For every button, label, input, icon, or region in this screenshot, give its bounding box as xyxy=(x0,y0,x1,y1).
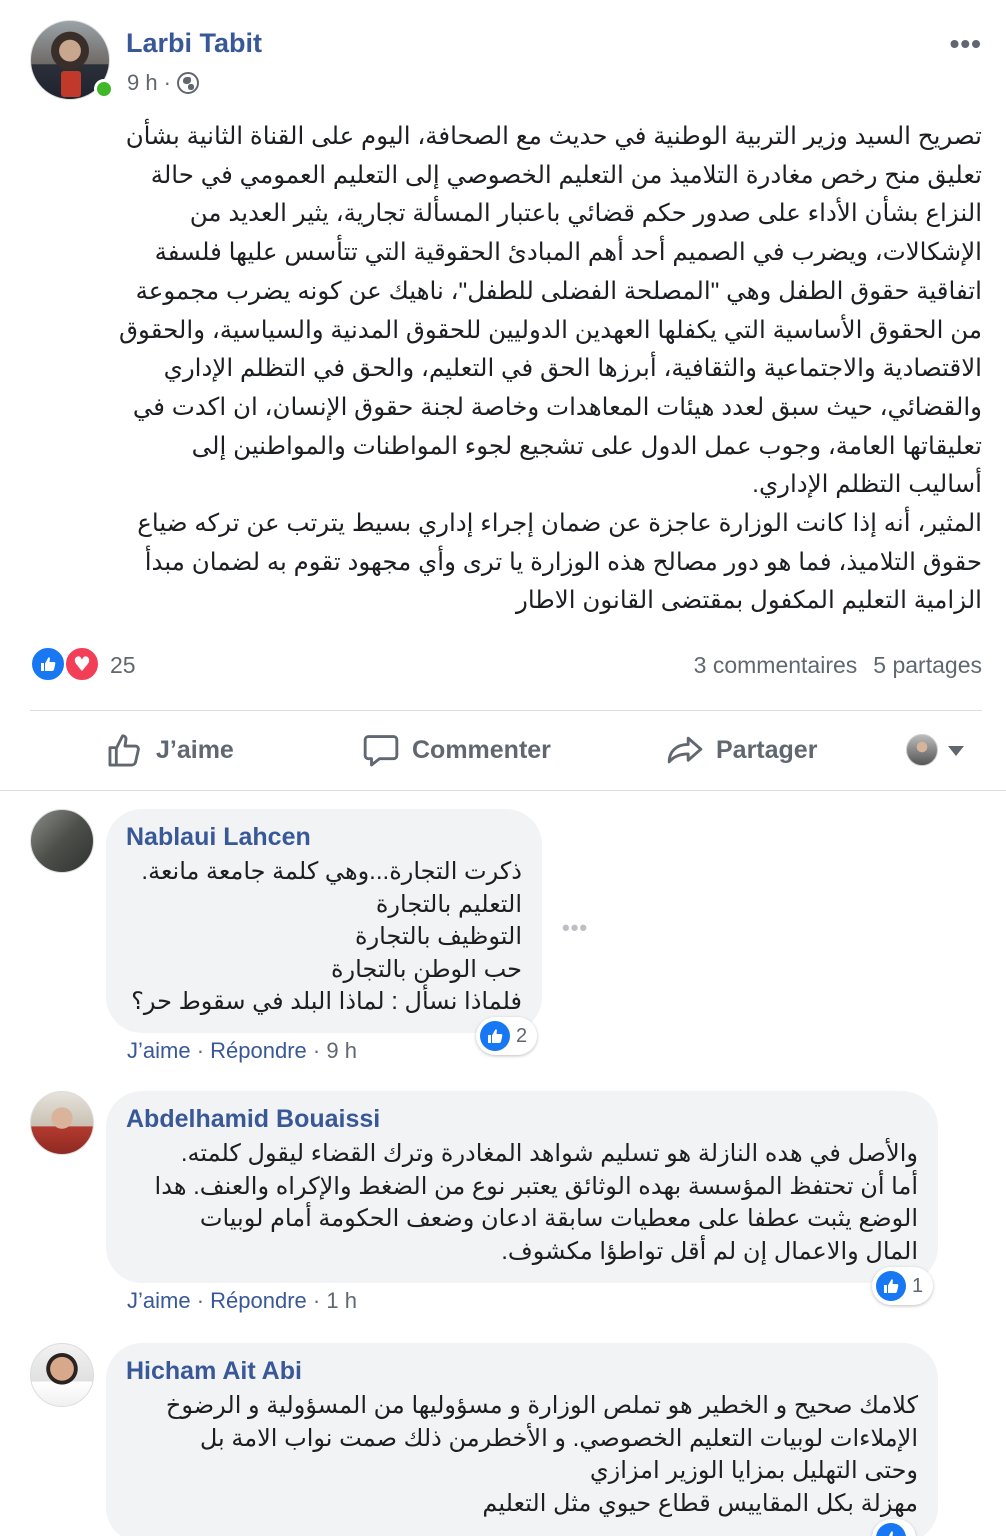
thumbs-up-icon xyxy=(480,1021,510,1051)
post-text-line: الاقتصادية والاجتماعية والثقافية، أبرزها… xyxy=(163,355,982,383)
comment-reply-link[interactable]: Répondre xyxy=(210,1288,307,1313)
stats-right: 3 commentaires 5 partages xyxy=(694,652,982,679)
post-text-line: من الحقوق الأساسية التي يكفلها العهدين ا… xyxy=(119,316,982,344)
post-body-text: تصريح السيد وزير التربية الوطنية في حديث… xyxy=(30,118,982,621)
avatar-scarf xyxy=(61,71,81,97)
like-reaction-icon[interactable] xyxy=(30,646,66,682)
comment-bubble: Nablaui Lahcen ذكرت التجارة...وهي كلمة ج… xyxy=(106,809,542,1033)
post-stats: ♥ 25 3 commentaires 5 partages xyxy=(30,644,982,688)
comment-like-badge[interactable]: 1 xyxy=(872,1267,934,1305)
comment-actions: J’aime · Répondre · 1 h xyxy=(127,1288,357,1314)
post-text-line: النزاع بشأن الأداء على صدور حكم قضائي با… xyxy=(189,200,982,228)
comment-actions: J’aime · Répondre · 9 h xyxy=(127,1038,357,1064)
post-text-line: اتفاقية حقوق الطفل وهي "المصلحة الفضلى ل… xyxy=(135,277,982,305)
separator-dot: · xyxy=(312,1038,321,1063)
thumbs-up-icon xyxy=(108,734,140,767)
commenter-name[interactable]: Abdelhamid Bouaissi xyxy=(126,1105,918,1134)
commenter-name[interactable]: Nablaui Lahcen xyxy=(126,823,522,852)
share-audience-avatar[interactable] xyxy=(906,734,938,766)
comment-button-label: Commenter xyxy=(412,735,551,764)
comment-line: كلامك صحيح و الخطير هو تملص الوزارة و مس… xyxy=(165,1392,918,1419)
comment-like-badge[interactable]: 2 xyxy=(476,1017,538,1055)
heart-reaction-icon[interactable]: ♥ xyxy=(64,646,100,682)
like-button-label: J’aime xyxy=(156,735,234,764)
post-card: Larbi Tabit 9 h · ••• تصريح السيد وزير ا… xyxy=(0,0,1006,790)
post-action-bar: J’aime Commenter Partager xyxy=(30,712,982,788)
comment-line: الإملاءات لوبيات التعليم الخصوصي. و الأخ… xyxy=(199,1424,918,1452)
comment-line: التعليم بالتجارة xyxy=(375,890,522,918)
comment-line: المال والاعمال إن لم أقل تواطؤا مكشوف. xyxy=(501,1237,918,1265)
post-header: Larbi Tabit 9 h · ••• xyxy=(30,20,982,104)
comment-line: وحتى التهليل بمزايا الوزير امزازي xyxy=(589,1457,918,1484)
separator-dot: · xyxy=(312,1288,321,1313)
share-button-label: Partager xyxy=(716,735,818,764)
post-text-line: حقوق التلاميذ، فما هو دور مصالح هذه الوز… xyxy=(144,548,982,576)
comment-bubble: Hicham Ait Abi كلامك صحيح و الخطير هو تم… xyxy=(106,1343,938,1536)
comment-line: مهزلة بكل المقاييس قطاع حيوي مثل التعليم xyxy=(482,1489,918,1517)
commenter-avatar[interactable] xyxy=(30,809,94,873)
share-button[interactable]: Partager xyxy=(666,712,817,788)
post-text-line: المثير، أنه إذا كانت الوزارة عاجزة عن ضم… xyxy=(137,510,982,538)
stats-divider xyxy=(30,710,982,711)
comment-button[interactable]: Commenter xyxy=(362,712,551,788)
comment-timestamp[interactable]: 9 h xyxy=(326,1038,357,1063)
separator-dot: · xyxy=(196,1288,205,1313)
comment-line: ذكرت التجارة...وهي كلمة جامعة مانعة. xyxy=(141,858,522,885)
comments-count[interactable]: 3 commentaires xyxy=(694,652,858,679)
commenter-avatar[interactable] xyxy=(30,1343,94,1407)
more-options-icon[interactable]: ••• xyxy=(950,28,982,60)
comment-like-count: 2 xyxy=(516,1024,528,1047)
post-text-line: تعليقاتها العامة، وجوب عمل الدول على تشج… xyxy=(191,432,982,460)
comment-like-link[interactable]: J’aime xyxy=(127,1288,191,1313)
thumbs-up-icon xyxy=(876,1523,906,1536)
post-text-line: والقضائي، حيث سبق لعدد هيئات المعاهدات و… xyxy=(132,393,982,421)
meta-separator: · xyxy=(163,70,171,95)
comment-like-count: 1 xyxy=(912,1274,924,1297)
speech-bubble-icon xyxy=(363,735,399,767)
comment-reply-link[interactable]: Répondre xyxy=(210,1038,307,1063)
comment-line: التوظيف بالتجارة xyxy=(355,923,522,950)
comment-text: كلامك صحيح و الخطير هو تملص الوزارة و مس… xyxy=(126,1390,918,1520)
globe-icon[interactable] xyxy=(176,72,199,94)
comment-line: والأصل في هده النازلة هو تسليم شواهد الم… xyxy=(180,1140,918,1167)
post-text-line: الزامية التعليم المكفول بمقتضى القانون ا… xyxy=(515,587,982,615)
comment-line: حب الوطن بالتجارة xyxy=(330,955,522,983)
like-button[interactable]: J’aime xyxy=(106,712,234,788)
shares-count[interactable]: 5 partages xyxy=(873,652,982,679)
post-text-line: الإشكالات، ويضرب في الصميم أحد أهم المبا… xyxy=(154,239,982,267)
post-text-line: تصريح السيد وزير التربية الوطنية في حديث… xyxy=(125,123,982,150)
comments-section: Nablaui Lahcen ذكرت التجارة...وهي كلمة ج… xyxy=(0,790,1006,1536)
comment-text: والأصل في هده النازلة هو تسليم شواهد الم… xyxy=(126,1138,918,1268)
post-meta: 9 h · xyxy=(127,70,199,96)
thumbs-up-icon xyxy=(876,1271,906,1301)
comment-text: ذكرت التجارة...وهي كلمة جامعة مانعة. الت… xyxy=(126,856,522,1019)
more-options-icon[interactable]: ••• xyxy=(562,915,588,941)
comment-like-link[interactable]: J’aime xyxy=(127,1038,191,1063)
online-status-indicator xyxy=(94,79,114,99)
commenter-avatar[interactable] xyxy=(30,1091,94,1155)
post-timestamp[interactable]: 9 h xyxy=(127,70,158,96)
comment-timestamp[interactable]: 1 h xyxy=(326,1288,357,1313)
comment-line: أما أن تحتفظ المؤسسة بهده الوثائق يعتبر … xyxy=(154,1172,918,1200)
separator-dot: · xyxy=(196,1038,205,1063)
share-arrow-icon xyxy=(667,736,703,764)
commenter-name[interactable]: Hicham Ait Abi xyxy=(126,1357,918,1386)
post-text-line: تعليق منح رخص مغادرة التلاميذ من التعليم… xyxy=(150,161,982,189)
comment-line: الوضع يثبت عطفا على معطيات سابقة ادعان و… xyxy=(199,1205,918,1232)
reactions-count[interactable]: 25 xyxy=(110,652,136,679)
comment-line: فلماذا نسأل : لماذا البلد في سقوط حر؟ xyxy=(131,988,522,1015)
caret-down-icon[interactable] xyxy=(948,746,964,756)
heart-icon: ♥ xyxy=(73,652,91,676)
comment-bubble: Abdelhamid Bouaissi والأصل في هده النازل… xyxy=(106,1091,938,1283)
post-text-line: أساليب التظلم الإداري. xyxy=(752,471,982,499)
post-author-name[interactable]: Larbi Tabit xyxy=(126,28,262,59)
